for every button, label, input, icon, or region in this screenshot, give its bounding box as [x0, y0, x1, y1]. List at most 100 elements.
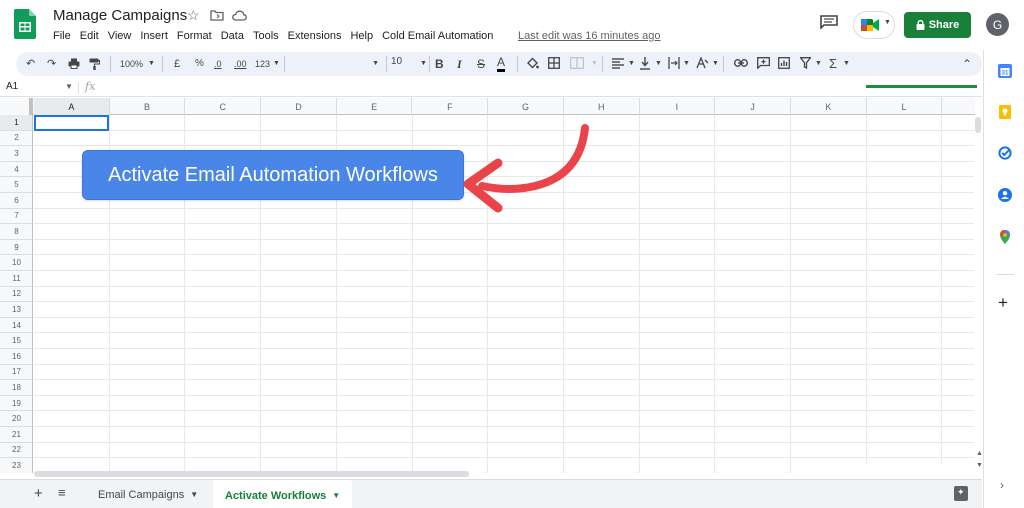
horizontal-scroll-thumb[interactable]	[34, 471, 469, 477]
menu-tools[interactable]: Tools	[253, 30, 279, 42]
menu-cold-email-automation[interactable]: Cold Email Automation	[382, 30, 493, 42]
sheet-tab-activate-workflows[interactable]: Activate Workflows ▼	[213, 480, 353, 508]
vertical-scroll-thumb[interactable]	[975, 117, 981, 133]
row-header-5[interactable]: 5	[0, 177, 32, 193]
text-rotation-icon[interactable]	[696, 57, 709, 69]
borders-icon[interactable]	[548, 57, 560, 69]
row-header-9[interactable]: 9	[0, 240, 32, 256]
chevron-down-icon[interactable]: ▼	[628, 56, 635, 72]
row-header-20[interactable]: 20	[0, 411, 32, 427]
row-header-3[interactable]: 3	[0, 146, 32, 162]
row-header-23[interactable]: 23	[0, 458, 32, 473]
row-header-8[interactable]: 8	[0, 224, 32, 240]
last-edit-link[interactable]: Last edit was 16 minutes ago	[518, 30, 660, 42]
strikethrough-button[interactable]: S	[477, 56, 485, 72]
chevron-down-icon[interactable]: ▼	[591, 56, 598, 72]
format-currency-button[interactable]: £	[174, 56, 180, 72]
row-header-21[interactable]: 21	[0, 427, 32, 443]
merge-cells-icon[interactable]	[570, 57, 584, 69]
menu-data[interactable]: Data	[221, 30, 244, 42]
move-folder-icon[interactable]	[210, 9, 224, 21]
format-percent-button[interactable]: %	[195, 56, 204, 72]
row-header-19[interactable]: 19	[0, 396, 32, 412]
undo-icon[interactable]: ↶	[26, 56, 35, 72]
column-header-j[interactable]: J	[715, 98, 791, 115]
chevron-right-icon[interactable]: ›	[1000, 478, 1004, 492]
maps-icon[interactable]	[998, 230, 1012, 244]
text-color-button[interactable]: A	[497, 56, 506, 72]
font-size-select[interactable]: 10	[391, 56, 402, 67]
zoom-select[interactable]: 100%	[120, 56, 143, 72]
chevron-down-icon[interactable]: ▼	[843, 56, 850, 72]
chevron-down-icon[interactable]: ▼	[332, 491, 340, 500]
row-header-1[interactable]: 1	[0, 115, 32, 131]
get-addons-plus-icon[interactable]: +	[998, 294, 1008, 311]
font-family-select[interactable]: ▼	[307, 56, 379, 72]
chevron-down-icon[interactable]: ▼	[815, 56, 822, 72]
text-wrap-icon[interactable]	[668, 57, 680, 69]
row-header-14[interactable]: 14	[0, 318, 32, 334]
chevron-down-icon[interactable]: ▼	[420, 56, 427, 72]
column-header-i[interactable]: I	[640, 98, 716, 115]
scroll-down-arrow-icon[interactable]: ▼	[976, 462, 983, 469]
column-header-h[interactable]: H	[564, 98, 640, 115]
row-header-22[interactable]: 22	[0, 443, 32, 459]
chevron-down-icon[interactable]: ▼	[190, 490, 198, 499]
chevron-down-icon[interactable]: ▼	[65, 82, 73, 91]
keep-notes-icon[interactable]	[998, 105, 1012, 119]
select-all-corner[interactable]	[0, 98, 33, 115]
column-header-k[interactable]: K	[791, 98, 867, 115]
row-header-11[interactable]: 11	[0, 271, 32, 287]
row-header-10[interactable]: 10	[0, 255, 32, 271]
menu-file[interactable]: File	[53, 30, 71, 42]
functions-button[interactable]: Σ	[829, 56, 837, 71]
insert-comment-icon[interactable]	[757, 57, 770, 69]
contacts-icon[interactable]	[998, 188, 1012, 202]
document-title[interactable]: Manage Campaigns	[53, 7, 187, 24]
menu-help[interactable]: Help	[350, 30, 373, 42]
row-header-12[interactable]: 12	[0, 287, 32, 303]
column-header-l[interactable]: L	[867, 98, 943, 115]
row-header-7[interactable]: 7	[0, 209, 32, 225]
chevron-down-icon[interactable]: ▼	[148, 56, 155, 72]
collapse-toolbar-chevron-up-icon[interactable]: ⌃	[962, 56, 972, 72]
row-header-2[interactable]: 2	[0, 131, 32, 147]
row-header-13[interactable]: 13	[0, 302, 32, 318]
menu-view[interactable]: View	[108, 30, 132, 42]
fill-color-icon[interactable]	[526, 57, 539, 70]
print-icon[interactable]	[68, 58, 80, 69]
chevron-down-icon[interactable]: ▼	[273, 56, 280, 72]
insert-link-icon[interactable]	[734, 59, 748, 67]
column-header-d[interactable]: D	[261, 98, 337, 115]
column-header-g[interactable]: G	[488, 98, 564, 115]
tasks-icon[interactable]	[998, 146, 1012, 160]
vertical-align-icon[interactable]	[640, 57, 650, 70]
chevron-down-icon[interactable]: ▼	[655, 56, 662, 72]
account-avatar[interactable]: G	[986, 13, 1009, 36]
comments-icon[interactable]	[820, 15, 838, 29]
filter-icon[interactable]	[800, 57, 811, 69]
decrease-decimals-button[interactable]: .0	[214, 56, 222, 72]
horizontal-align-icon[interactable]	[612, 58, 624, 69]
column-header-e[interactable]: E	[337, 98, 413, 115]
all-sheets-menu-icon[interactable]: ≡	[58, 485, 66, 500]
menu-format[interactable]: Format	[177, 30, 212, 42]
bold-button[interactable]: B	[435, 56, 444, 72]
paint-format-icon[interactable]	[89, 58, 100, 70]
sheets-logo-icon[interactable]	[14, 9, 36, 39]
menu-edit[interactable]: Edit	[80, 30, 99, 42]
share-button[interactable]: Share	[904, 12, 971, 38]
explore-icon[interactable]: ✦	[954, 486, 968, 501]
cloud-saved-icon[interactable]	[232, 10, 247, 21]
vertical-scrollbar[interactable]	[974, 115, 982, 473]
row-header-4[interactable]: 4	[0, 162, 32, 178]
row-header-16[interactable]: 16	[0, 349, 32, 365]
name-box[interactable]: A1	[6, 81, 18, 92]
row-header-15[interactable]: 15	[0, 333, 32, 349]
column-header-b[interactable]: B	[110, 98, 186, 115]
activate-email-automation-workflows-button[interactable]: Activate Email Automation Workflows	[82, 150, 464, 200]
chevron-down-icon[interactable]: ▼	[712, 56, 719, 72]
scroll-up-arrow-icon[interactable]: ▲	[976, 450, 983, 457]
more-formats-button[interactable]: 123	[255, 56, 270, 72]
add-sheet-plus-icon[interactable]: +	[34, 485, 43, 502]
